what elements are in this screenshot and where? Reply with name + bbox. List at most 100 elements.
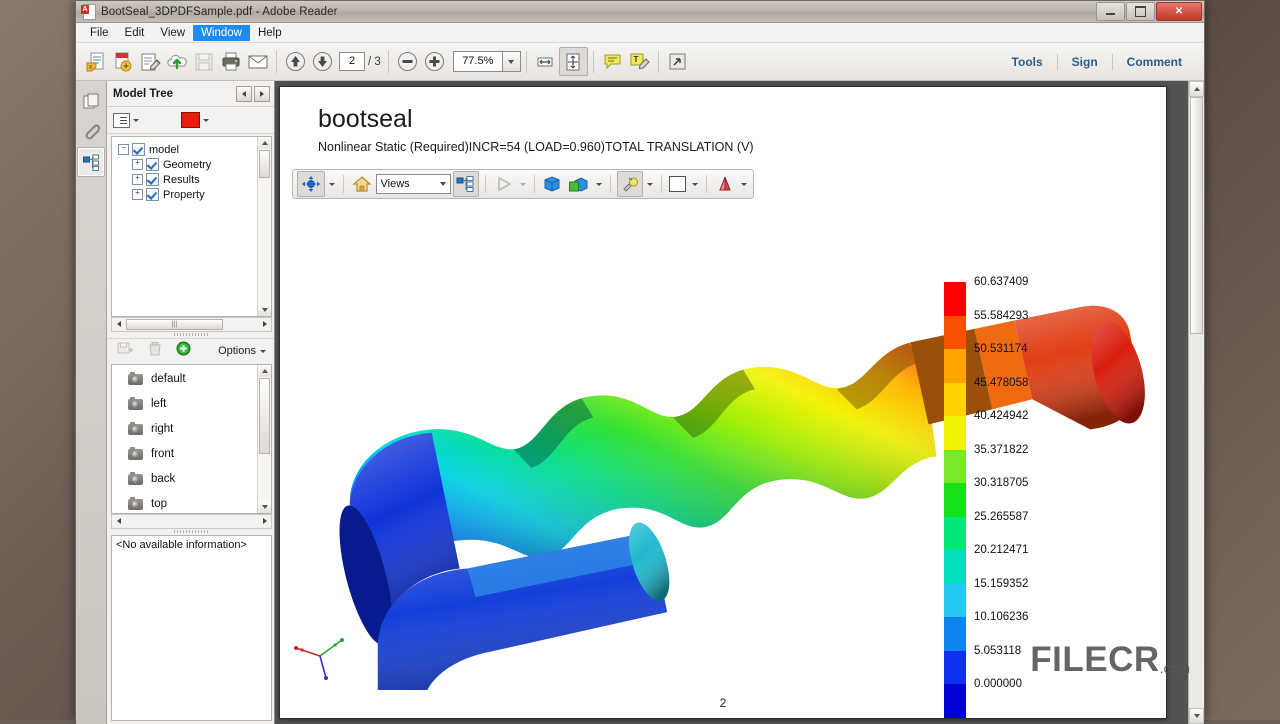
menu-bar: File Edit View Window Help [76,23,1204,43]
print-icon[interactable] [217,48,244,75]
lighting-dropdown-arrow[interactable] [645,172,655,196]
checkbox[interactable] [132,143,145,156]
view-item-left[interactable]: left [112,392,258,417]
views-horizontal-scrollbar[interactable] [111,513,272,529]
render-mode-icon[interactable] [713,172,737,196]
render-dropdown-arrow[interactable] [739,172,749,196]
menu-window[interactable]: Window [193,24,250,41]
scroll-down-arrow[interactable] [258,303,271,316]
view-item-back[interactable]: back [112,467,258,492]
scrollbar-thumb[interactable] [259,377,270,454]
attachments-icon[interactable] [78,117,104,145]
tree-horizontal-scrollbar[interactable]: ||| [111,316,272,332]
previous-page-icon[interactable] [282,48,309,75]
fit-width-icon[interactable] [532,48,559,75]
delete-view-button[interactable] [148,341,162,362]
read-mode-icon[interactable] [664,48,691,75]
tree-node-geometry[interactable]: + Geometry [118,157,258,172]
checkbox[interactable] [146,188,159,201]
add-view-button[interactable] [176,341,191,361]
menu-edit[interactable]: Edit [117,25,153,41]
background-dropdown-arrow[interactable] [690,172,700,196]
rotate-dropdown-arrow[interactable] [327,172,337,196]
tools-button[interactable]: Tools [998,55,1057,69]
sign-button[interactable]: Sign [1058,55,1112,69]
tree-node-property[interactable]: + Property [118,187,258,202]
menu-help[interactable]: Help [250,25,290,41]
lighting-icon[interactable] [616,171,643,197]
view-label: left [151,398,167,410]
save-icon[interactable] [190,48,217,75]
rotate-tool-icon[interactable] [297,171,325,197]
minimize-button[interactable] [1096,2,1125,21]
background-color-icon[interactable] [667,172,688,196]
menu-view[interactable]: View [152,25,193,41]
scrollbar-thumb[interactable] [259,150,270,178]
fit-page-icon[interactable] [558,47,588,76]
scroll-up-arrow[interactable] [1189,81,1204,97]
checkbox[interactable] [146,158,159,171]
zoom-dropdown-arrow[interactable] [501,51,521,72]
play-animation-icon[interactable] [492,172,516,196]
orthographic-projection-icon[interactable] [540,172,564,196]
scrollbar-thumb[interactable]: ||| [126,318,223,330]
model-tree-icon[interactable] [77,147,105,177]
views-vertical-scrollbar[interactable] [257,364,271,513]
tree-options-button[interactable] [113,112,139,128]
collapse-panel-button[interactable] [236,85,252,102]
scroll-right-arrow[interactable] [258,518,271,524]
next-page-icon[interactable] [309,48,336,75]
collapse-icon[interactable]: − [118,144,129,155]
view-item-right[interactable]: right [112,417,258,442]
cloud-upload-icon[interactable] [163,48,190,75]
view-item-front[interactable]: front [112,442,258,467]
home-view-icon[interactable] [350,172,374,196]
zoom-out-icon[interactable] [394,48,421,75]
scroll-left-arrow[interactable] [112,321,125,327]
highlight-text-icon[interactable]: T [626,48,653,75]
legend-label: 30.318705 [974,477,1029,489]
zoom-in-icon[interactable] [421,48,448,75]
create-pdf-icon[interactable] [109,48,136,75]
tree-node-model[interactable]: − model [118,142,258,157]
checkbox[interactable] [146,173,159,186]
zoom-level-input[interactable]: 77.5% [452,51,502,72]
scroll-right-arrow[interactable] [258,321,271,327]
tree-node-label: Property [163,188,205,201]
edit-pdf-icon[interactable] [136,48,163,75]
play-dropdown-arrow[interactable] [518,172,528,196]
save-view-button[interactable] [117,341,134,361]
sticky-note-icon[interactable] [599,48,626,75]
menu-file[interactable]: File [82,25,117,41]
scroll-up-arrow[interactable] [258,364,271,377]
view-item-default[interactable]: default [112,367,258,392]
close-button[interactable]: ✕ [1156,2,1202,21]
email-icon[interactable] [244,48,271,75]
expand-icon[interactable]: + [132,159,143,170]
expand-panel-button[interactable] [254,85,270,102]
document-vertical-scrollbar[interactable] [1188,81,1204,724]
legend-label: 25.265587 [974,510,1029,523]
maximize-button[interactable] [1126,2,1155,21]
views-options-button[interactable]: Options [218,345,266,357]
scroll-down-arrow[interactable] [258,500,271,513]
comment-button[interactable]: Comment [1113,55,1196,69]
camera-icon [128,446,143,460]
page-thumbnails-icon[interactable] [78,87,104,115]
model-tree-toggle-icon[interactable] [453,171,480,197]
scroll-down-arrow[interactable] [1189,708,1204,724]
expand-icon[interactable]: + [132,174,143,185]
scrollbar-thumb[interactable] [1190,97,1203,334]
expand-icon[interactable]: + [132,189,143,200]
color-picker-button[interactable] [181,112,209,128]
open-file-icon[interactable] [82,48,109,75]
page-number-input[interactable]: 2 [339,52,365,71]
views-select[interactable]: Views [375,174,452,194]
scroll-left-arrow[interactable] [112,518,125,524]
view-item-top[interactable]: top [112,492,258,513]
tree-vertical-scrollbar[interactable] [257,137,271,316]
tree-node-results[interactable]: + Results [118,172,258,187]
cross-section-dropdown-arrow[interactable] [594,172,604,196]
cross-section-icon[interactable] [566,172,592,196]
scroll-up-arrow[interactable] [258,137,271,149]
